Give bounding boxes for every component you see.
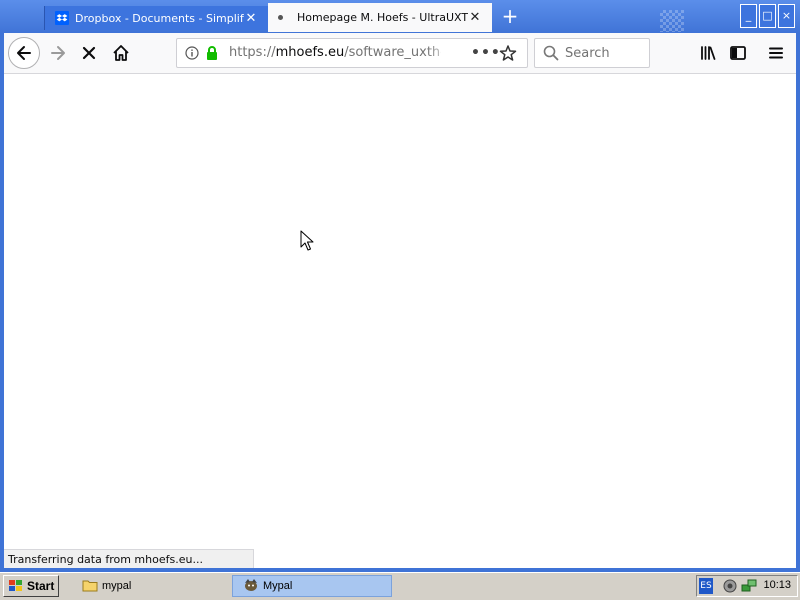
taskbar: Start mypal Mypal ES 10:13 (0, 572, 800, 600)
sidebar-button[interactable] (724, 39, 752, 67)
back-arrow-icon (17, 46, 31, 60)
stop-button[interactable] (75, 39, 103, 67)
speaker-icon[interactable] (723, 579, 739, 596)
start-button[interactable]: Start (3, 575, 59, 597)
forward-arrow-icon (51, 46, 65, 60)
mypal-icon (243, 578, 259, 595)
mouse-cursor-icon (300, 230, 314, 255)
folder-icon (82, 578, 98, 595)
url-fade (427, 41, 451, 65)
navigation-toolbar: https://mhoefs.eu/software_uxtheme ••• S… (4, 33, 796, 74)
page-actions-icon[interactable]: ••• (471, 45, 501, 61)
tab-strip: Dropbox - Documents - Simplify your life… (0, 0, 800, 34)
search-bar[interactable]: Search (534, 38, 650, 68)
home-icon (113, 45, 129, 61)
maximize-button[interactable]: □ (759, 4, 776, 28)
windows-logo-icon (8, 579, 24, 593)
url-text[interactable]: https://mhoefs.eu/software_uxtheme (229, 45, 441, 60)
taskbar-item-mypal-folder[interactable]: mypal (78, 575, 218, 597)
browser-window: Dropbox - Documents - Simplify your life… (0, 0, 800, 572)
titlebar-pattern (660, 10, 684, 32)
lock-icon[interactable] (205, 45, 219, 64)
page-content[interactable] (4, 74, 796, 568)
library-button[interactable] (694, 39, 722, 67)
search-icon (543, 45, 559, 64)
sidebar-icon (730, 46, 746, 60)
network-icon[interactable] (741, 579, 757, 596)
language-indicator[interactable]: ES (699, 578, 713, 594)
home-button[interactable] (107, 39, 135, 67)
loading-dot-icon (278, 15, 283, 20)
menu-button[interactable] (762, 39, 790, 67)
hamburger-menu-icon (769, 47, 783, 59)
back-button[interactable] (8, 37, 40, 69)
new-tab-button[interactable]: + (498, 4, 522, 28)
bookmark-star-icon[interactable] (499, 44, 517, 65)
desktop-screen: Dropbox - Documents - Simplify your life… (0, 0, 800, 600)
close-tab-icon[interactable]: ✕ (244, 11, 258, 25)
minimize-button[interactable]: _ (740, 4, 757, 28)
close-window-button[interactable]: × (778, 4, 795, 28)
system-tray: ES 10:13 (696, 575, 798, 597)
library-icon (701, 46, 716, 60)
tab-homepage[interactable]: Homepage M. Hoefs - UltraUXThemePatcher … (268, 3, 492, 32)
info-icon[interactable] (185, 46, 199, 63)
stop-icon (82, 46, 96, 60)
forward-button[interactable] (44, 39, 72, 67)
taskbar-item-label: mypal (102, 580, 132, 592)
taskbar-item-label: Mypal (263, 580, 293, 592)
search-input[interactable]: Search (565, 46, 610, 61)
status-bar: Transferring data from mhoefs.eu... (4, 549, 254, 568)
start-label: Start (27, 579, 55, 593)
tab-title: Dropbox - Documents - Simplify your life (75, 11, 244, 25)
url-bar[interactable]: https://mhoefs.eu/software_uxtheme ••• (176, 38, 528, 68)
dropbox-icon (55, 11, 69, 25)
clock: 10:13 (763, 579, 791, 591)
tab-title: Homepage M. Hoefs - UltraUXThemePatcher (297, 11, 468, 24)
tab-dropbox[interactable]: Dropbox - Documents - Simplify your life… (44, 6, 268, 30)
taskbar-item-mypal-browser[interactable]: Mypal (232, 575, 392, 597)
close-tab-icon[interactable]: ✕ (468, 11, 482, 25)
